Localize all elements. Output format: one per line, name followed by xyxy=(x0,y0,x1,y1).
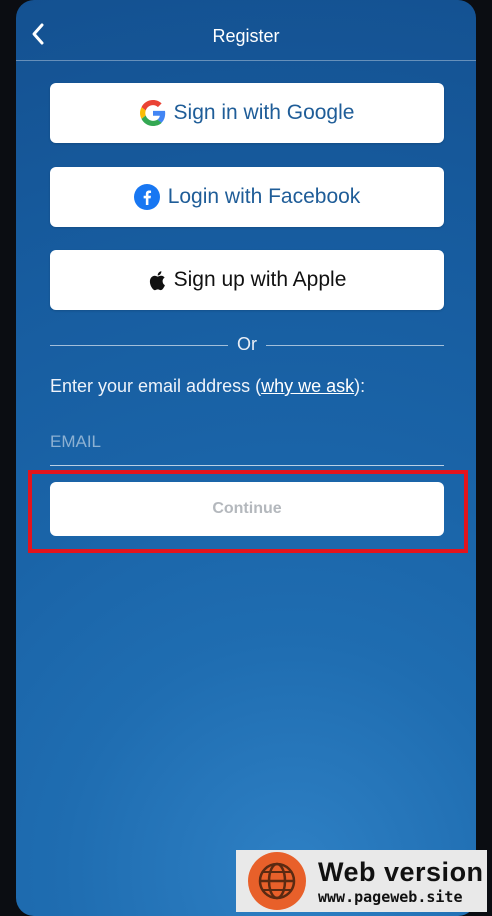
email-prompt-prefix: Enter your email address ( xyxy=(50,376,262,396)
globe-icon xyxy=(248,852,306,910)
why-we-ask-link[interactable]: why we ask xyxy=(261,376,354,396)
google-button-label: Sign in with Google xyxy=(173,101,355,124)
facebook-button-label: Login with Facebook xyxy=(167,185,361,208)
divider-line-right xyxy=(266,345,444,346)
facebook-icon xyxy=(133,184,160,210)
highlight-box xyxy=(28,470,468,553)
email-prompt: Enter your email address (why we ask): xyxy=(50,376,365,397)
watermark-title: Web version xyxy=(318,856,484,887)
watermark-subtitle: www.pageweb.site xyxy=(318,887,463,906)
register-screen: Register Sign in with Google Login with … xyxy=(16,0,476,916)
apple-signup-button[interactable]: Sign up with Apple xyxy=(50,250,444,310)
watermark-banner: Web version www.pageweb.site xyxy=(236,850,487,912)
email-input[interactable] xyxy=(50,418,444,466)
apple-icon xyxy=(148,270,166,291)
top-bar: Register xyxy=(16,0,476,61)
or-divider: Or xyxy=(50,334,444,358)
facebook-login-button[interactable]: Login with Facebook xyxy=(50,167,444,227)
google-icon xyxy=(139,100,166,126)
page-title: Register xyxy=(212,26,280,46)
google-signin-button[interactable]: Sign in with Google xyxy=(50,83,444,143)
apple-button-label: Sign up with Apple xyxy=(173,268,347,291)
email-prompt-suffix: ): xyxy=(354,376,366,396)
